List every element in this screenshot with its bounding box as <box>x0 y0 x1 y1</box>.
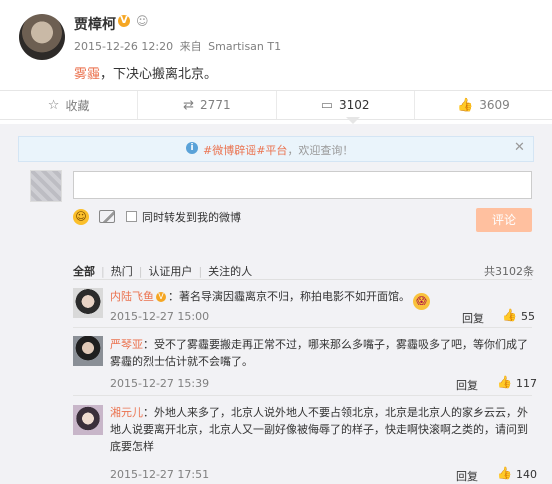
post-actions-bar: ☆ 收藏 ⇄ 2771 ▭ 3102 👍 3609 <box>0 90 552 120</box>
repost-count: 2771 <box>200 98 231 112</box>
comment-button[interactable]: ▭ 3102 <box>277 91 415 119</box>
repost-checkbox[interactable] <box>126 211 137 222</box>
info-icon: i <box>186 142 198 154</box>
comment-text: 雾霾的烈士估计就不会嘴了。 <box>110 355 253 368</box>
divider <box>73 395 532 396</box>
tab-separator: | <box>198 264 203 278</box>
comment-like-count: 117 <box>516 377 537 390</box>
thumbs-up-icon[interactable]: 👍 <box>497 375 512 389</box>
verified-icon: V <box>156 292 166 302</box>
comment-like-count: 140 <box>516 468 537 481</box>
tab-separator: | <box>101 264 105 278</box>
avatar[interactable] <box>73 405 103 435</box>
comment-text: ：外地人来多了，北京人说外地人不要占领北京，北京是北京人的家乡云云，外 <box>143 406 528 419</box>
comment-author[interactable]: 湘元儿 <box>110 406 143 419</box>
emoji-icon[interactable]: ☺ <box>73 209 89 225</box>
reply-button[interactable]: 回复 <box>456 377 478 393</box>
notice-rest: ，欢迎查询！ <box>287 144 354 157</box>
current-user-avatar <box>30 170 62 202</box>
emoji-icon: 😱 <box>413 293 430 310</box>
source-prefix: 来自 <box>179 40 202 53</box>
comment-text: 底要怎样 <box>110 440 154 453</box>
tab-all[interactable]: 全部 <box>73 263 95 279</box>
reply-button[interactable]: 回复 <box>462 310 484 326</box>
comment-text: ：受不了雾霾要搬走再正常不过，哪来那么多嘴子，雾霾吸多了吧，等你们成了 <box>143 338 528 351</box>
like-count: 3609 <box>479 98 510 112</box>
tab-verified[interactable]: 认证用户 <box>148 263 192 279</box>
panel-caret <box>346 117 360 124</box>
comment-icon: ▭ <box>320 97 333 113</box>
tab-following[interactable]: 关注的人 <box>208 263 252 279</box>
list-item: 严琴亚：受不了雾霾要搬走再正常不过，哪来那么多嘴子，雾霾吸多了吧，等你们成了 雾… <box>110 336 528 370</box>
robot-icon: ☺ <box>136 14 149 28</box>
thumbs-up-icon[interactable]: 👍 <box>502 308 517 322</box>
post-text: 雾霾，下决心搬离北京。 <box>74 63 217 82</box>
post-source[interactable]: Smartisan T1 <box>208 40 281 53</box>
tab-separator: | <box>138 264 143 278</box>
submit-comment-button[interactable]: 评论 <box>476 208 532 232</box>
list-item: 内陆飞鱼 V ：著名导演因霾离京不归，称拍电影不如开面馆。 😱 <box>110 288 430 310</box>
star-icon: ☆ <box>47 97 60 113</box>
avatar[interactable] <box>73 336 103 366</box>
divider <box>73 327 532 328</box>
comment-text: 地人说要离开北京，北京人又一副好像被侮辱了的样子，快走啊快滚啊之类的，请问到 <box>110 423 528 436</box>
notice-text: #微博辟谣#平台，欢迎查询！ <box>203 142 353 158</box>
comment-input[interactable] <box>73 171 532 199</box>
repost-button[interactable]: ⇄ 2771 <box>138 91 277 119</box>
post-meta: 2015-12-26 12:20 来自 Smartisan T1 <box>74 38 284 54</box>
post-text-rest: ，下决心搬离北京。 <box>100 67 218 82</box>
comment-filter-tabs: 全部 | 热门 | 认证用户 | 关注的人 <box>73 263 258 279</box>
verified-icon: V <box>118 15 130 27</box>
close-icon[interactable]: ✕ <box>514 140 525 155</box>
reply-button[interactable]: 回复 <box>456 468 478 484</box>
tab-hot[interactable]: 热门 <box>111 263 133 279</box>
image-icon[interactable] <box>99 210 115 223</box>
comment-author[interactable]: 严琴亚 <box>110 338 143 351</box>
comment-author[interactable]: 内陆飞鱼 <box>110 290 154 303</box>
author-avatar[interactable] <box>19 14 65 60</box>
repost-checkbox-label: 同时转发到我的微博 <box>142 211 241 224</box>
notice-link[interactable]: #微博辟谣#平台 <box>203 144 287 157</box>
post-timestamp[interactable]: 2015-12-26 12:20 <box>74 40 173 53</box>
comment-like-count: 55 <box>521 310 535 323</box>
comment-time: 2015-12-27 15:39 <box>110 377 210 390</box>
thumbs-up-icon: 👍 <box>457 97 474 113</box>
author-name[interactable]: 贾樟柯 <box>74 14 116 34</box>
comment-text: ：著名导演因霾离京不归，称拍电影不如开面馆。 <box>168 290 410 303</box>
divider <box>73 279 532 280</box>
list-item: 湘元儿：外地人来多了，北京人说外地人不要占领北京，北京是北京人的家乡云云，外 地… <box>110 404 528 455</box>
thumbs-up-icon[interactable]: 👍 <box>497 466 512 480</box>
comment-time: 2015-12-27 17:51 <box>110 468 210 481</box>
favorite-button[interactable]: ☆ 收藏 <box>0 91 139 119</box>
comment-time: 2015-12-27 15:00 <box>110 310 210 323</box>
favorite-label: 收藏 <box>65 98 90 113</box>
comment-count: 3102 <box>339 98 370 112</box>
repost-icon: ⇄ <box>183 97 195 113</box>
like-button[interactable]: 👍 3609 <box>415 91 552 119</box>
hashtag-link[interactable]: 雾霾 <box>74 67 100 82</box>
comment-total: 共3102条 <box>484 265 534 278</box>
avatar[interactable] <box>73 288 103 318</box>
